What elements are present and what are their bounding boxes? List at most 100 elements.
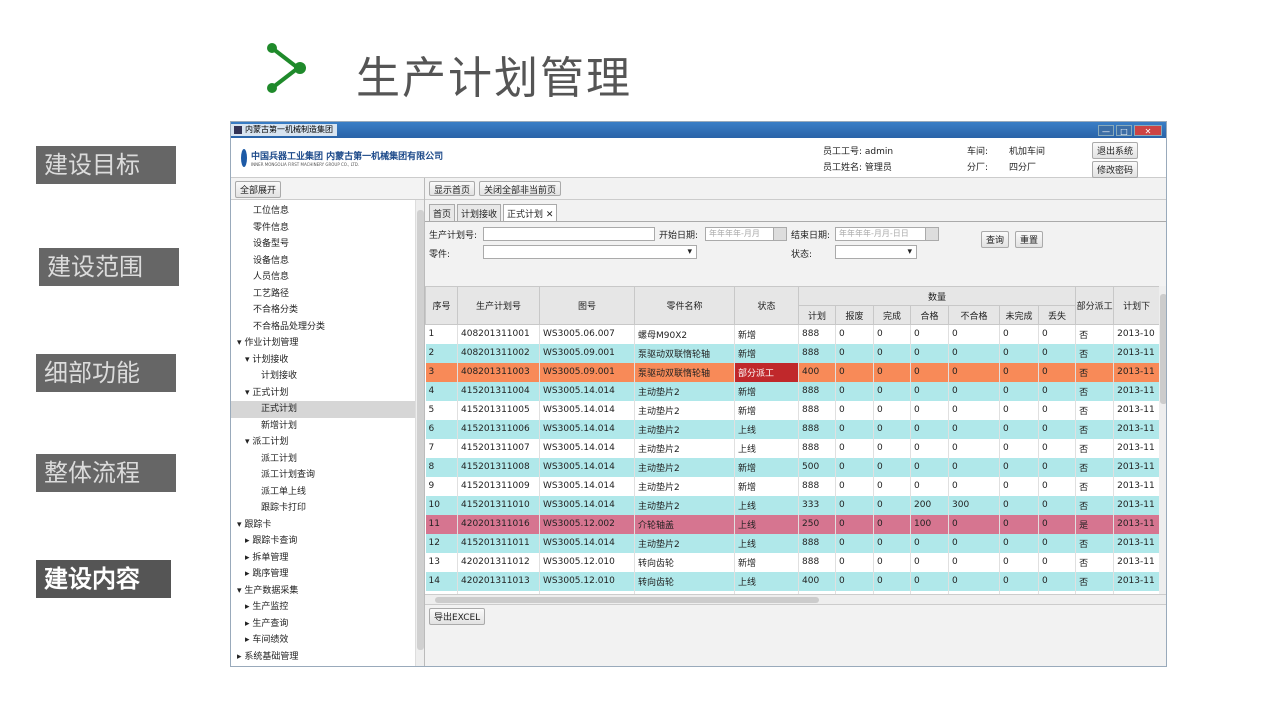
table-row[interactable]: 1 408201311001 WS3005.06.007 螺母M90X2 新增 888 0 0… (425, 324, 1159, 344)
maximize-icon[interactable]: □ (1116, 124, 1132, 136)
nav-content[interactable]: 建设内容 (36, 560, 171, 598)
tree-item[interactable]: ▸ 生产查询 (231, 616, 424, 633)
change-password-button[interactable]: 修改密码 (1092, 161, 1139, 178)
table-row[interactable]: 12 415201311011 WS3005.14.014 主动垫片2 上线 888 0 0 0… (425, 533, 1159, 553)
table-cell: 888 (798, 438, 836, 458)
table-cell: 0 (835, 495, 874, 515)
tree-item[interactable]: ▾ 作业计划管理 (231, 335, 424, 352)
tree-item[interactable]: ▾ 正式计划 (231, 385, 424, 402)
table-row[interactable]: 10 415201311010 WS3005.14.014 主动垫片2 上线 333 0 0 2… (425, 495, 1159, 515)
tree-item[interactable]: 新增计划 (231, 418, 424, 435)
qty-col-header[interactable]: 合格 (910, 305, 949, 325)
col-header[interactable]: 计划下 (1113, 286, 1159, 325)
qty-col-header[interactable]: 完成 (873, 305, 911, 325)
tree-item[interactable]: 设备型号 (231, 236, 424, 253)
tree-item[interactable]: 设备信息 (231, 253, 424, 270)
expand-all-button[interactable]: 全部展开 (235, 181, 282, 198)
nav-flow[interactable]: 整体流程 (36, 454, 176, 492)
table-row[interactable]: 7 415201311007 WS3005.14.014 主动垫片2 上线 888 0 0 0 0… (425, 438, 1159, 458)
tab-plan-receive[interactable]: 计划接收 (457, 204, 502, 221)
table-row[interactable]: 11 420201311016 WS3005.12.002 介轮轴盖 上线 250 0 0 10… (425, 514, 1159, 534)
tree-item[interactable]: ▸ 系统基础管理 (231, 649, 424, 666)
query-button[interactable]: 查询 (981, 231, 1010, 248)
close-icon[interactable]: ✕ (1134, 124, 1162, 136)
col-header[interactable]: 状态 (734, 286, 799, 325)
table-cell: 主动垫片2 (634, 476, 735, 496)
reset-button[interactable]: 重置 (1015, 231, 1044, 248)
tree-item[interactable]: 工艺路径 (231, 286, 424, 303)
tree-item[interactable]: 人员信息 (231, 269, 424, 286)
tab-formal-plan[interactable]: 正式计划 ✕ (503, 204, 558, 221)
end-date-input[interactable]: 年年年年-月月-日日 (835, 227, 939, 241)
tree-scrollbar[interactable] (415, 200, 424, 666)
qty-col-header[interactable]: 不合格 (948, 305, 1000, 325)
export-excel-button[interactable]: 导出EXCEL (429, 608, 486, 625)
nav-features[interactable]: 细部功能 (36, 354, 176, 392)
tree-item[interactable]: 不合格品处理分类 (231, 319, 424, 336)
tab-home[interactable]: 首页 (429, 204, 456, 221)
tree-item[interactable]: ▾ 派工计划 (231, 434, 424, 451)
filter-panel: 生产计划号: 开始日期: 年年年年-月月 结束日期: 年年年年-月月-日日 查询… (425, 222, 1166, 262)
table-cell: 2013-10 (1113, 324, 1159, 344)
table-row[interactable]: 8 415201311008 WS3005.14.014 主动垫片2 新增 500 0 0 0 0… (425, 457, 1159, 477)
tree-item[interactable]: ▾ 生产数据采集 (231, 583, 424, 600)
tree-item[interactable]: 派工计划 (231, 451, 424, 468)
calendar-icon[interactable] (925, 227, 939, 241)
start-date-input[interactable]: 年年年年-月月 (705, 227, 787, 241)
table-row[interactable]: 2 408201311002 WS3005.09.001 泵驱动双联惰轮轴 新增 888 0… (425, 343, 1159, 363)
tree-item[interactable]: ▸ 车间绩效 (231, 632, 424, 649)
tree-item[interactable]: 不合格分类 (231, 302, 424, 319)
app-header: 中国兵器工业集团 内蒙古第一机械集团有限公司 INNER MONGOLIA FI… (231, 138, 1166, 178)
table-row[interactable]: 3 408201311003 WS3005.09.001 泵驱动双联惰轮轴 部分派工 40… (425, 362, 1159, 382)
col-header[interactable]: 序号 (425, 286, 458, 325)
tree-item[interactable]: ▾ 计划接收 (231, 352, 424, 369)
tree-item[interactable]: 计划接收 (231, 368, 424, 385)
show-home-button[interactable]: 显示首页 (429, 181, 476, 196)
tree-item[interactable]: ▸ 拆单管理 (231, 550, 424, 567)
col-header[interactable]: 图号 (539, 286, 635, 325)
tree-item[interactable]: 正式计划 (231, 401, 424, 418)
table-hscrollbar[interactable] (425, 594, 1166, 604)
table-cell: 888 (798, 476, 836, 496)
table-cell: WS3005.14.014 (539, 457, 635, 477)
tree-item[interactable]: 跟踪卡打印 (231, 500, 424, 517)
tree-item[interactable]: ▸ 生产监控 (231, 599, 424, 616)
plan-no-input[interactable] (483, 227, 655, 241)
status-select[interactable] (835, 245, 917, 259)
qty-col-header[interactable]: 丢失 (1037, 305, 1077, 325)
part-select[interactable] (483, 245, 697, 259)
table-cell: 0 (1038, 533, 1077, 553)
table-row[interactable]: 13 420201311012 WS3005.12.010 转向齿轮 新增 888 0 0 0 0… (425, 552, 1159, 572)
table-cell: 新增 (734, 552, 799, 572)
tree-item[interactable]: 零件信息 (231, 220, 424, 237)
table-row[interactable]: 9 415201311009 WS3005.14.014 主动垫片2 新增 888 0 0 0 0… (425, 476, 1159, 496)
table-row[interactable]: 5 415201311005 WS3005.14.014 主动垫片2 新增 888 0 0 0 0… (425, 400, 1159, 420)
table-cell: WS3005.12.002 (539, 514, 635, 534)
nav-goal[interactable]: 建设目标 (36, 146, 176, 184)
col-header[interactable]: 部分派工 (1075, 286, 1115, 325)
minimize-icon[interactable]: — (1098, 124, 1114, 136)
col-header[interactable]: 生产计划号 (457, 286, 540, 325)
tree-item[interactable]: ▸ 跳序管理 (231, 566, 424, 583)
tree-item[interactable]: 派工单上线 (231, 484, 424, 501)
table-row[interactable]: 6 415201311006 WS3005.14.014 主动垫片2 上线 888 0 0 0 0… (425, 419, 1159, 439)
tree-item[interactable]: ▸ 跟踪卡查询 (231, 533, 424, 550)
table-cell: 否 (1075, 343, 1115, 363)
table-vscrollbar[interactable] (1159, 286, 1166, 594)
col-header[interactable]: 零件名称 (634, 286, 735, 325)
close-all-button[interactable]: 关闭全部非当前页 (479, 181, 562, 196)
tree-item[interactable]: ▾ 跟踪卡 (231, 517, 424, 534)
qty-col-header[interactable]: 计划 (798, 305, 836, 325)
table-cell: 2013-11 (1113, 438, 1159, 458)
logout-button[interactable]: 退出系统 (1092, 142, 1139, 159)
qty-col-header[interactable]: 报废 (835, 305, 874, 325)
qty-col-header[interactable]: 未完成 (999, 305, 1039, 325)
table-cell: 否 (1075, 400, 1115, 420)
nav-scope[interactable]: 建设范围 (39, 248, 179, 286)
tree-item[interactable]: 工位信息 (231, 203, 424, 220)
plan-table: 序号 生产计划号 图号 零件名称 状态 数量 部分派工 计划下 计划 报废 完成 合格… (425, 286, 1159, 594)
table-row[interactable]: 4 415201311004 WS3005.14.014 主动垫片2 新增 888 0 0 0 0… (425, 381, 1159, 401)
calendar-icon[interactable] (773, 227, 787, 241)
table-row[interactable]: 14 420201311013 WS3005.12.010 转向齿轮 上线 400 0 0 0 0… (425, 571, 1159, 591)
tree-item[interactable]: 派工计划查询 (231, 467, 424, 484)
